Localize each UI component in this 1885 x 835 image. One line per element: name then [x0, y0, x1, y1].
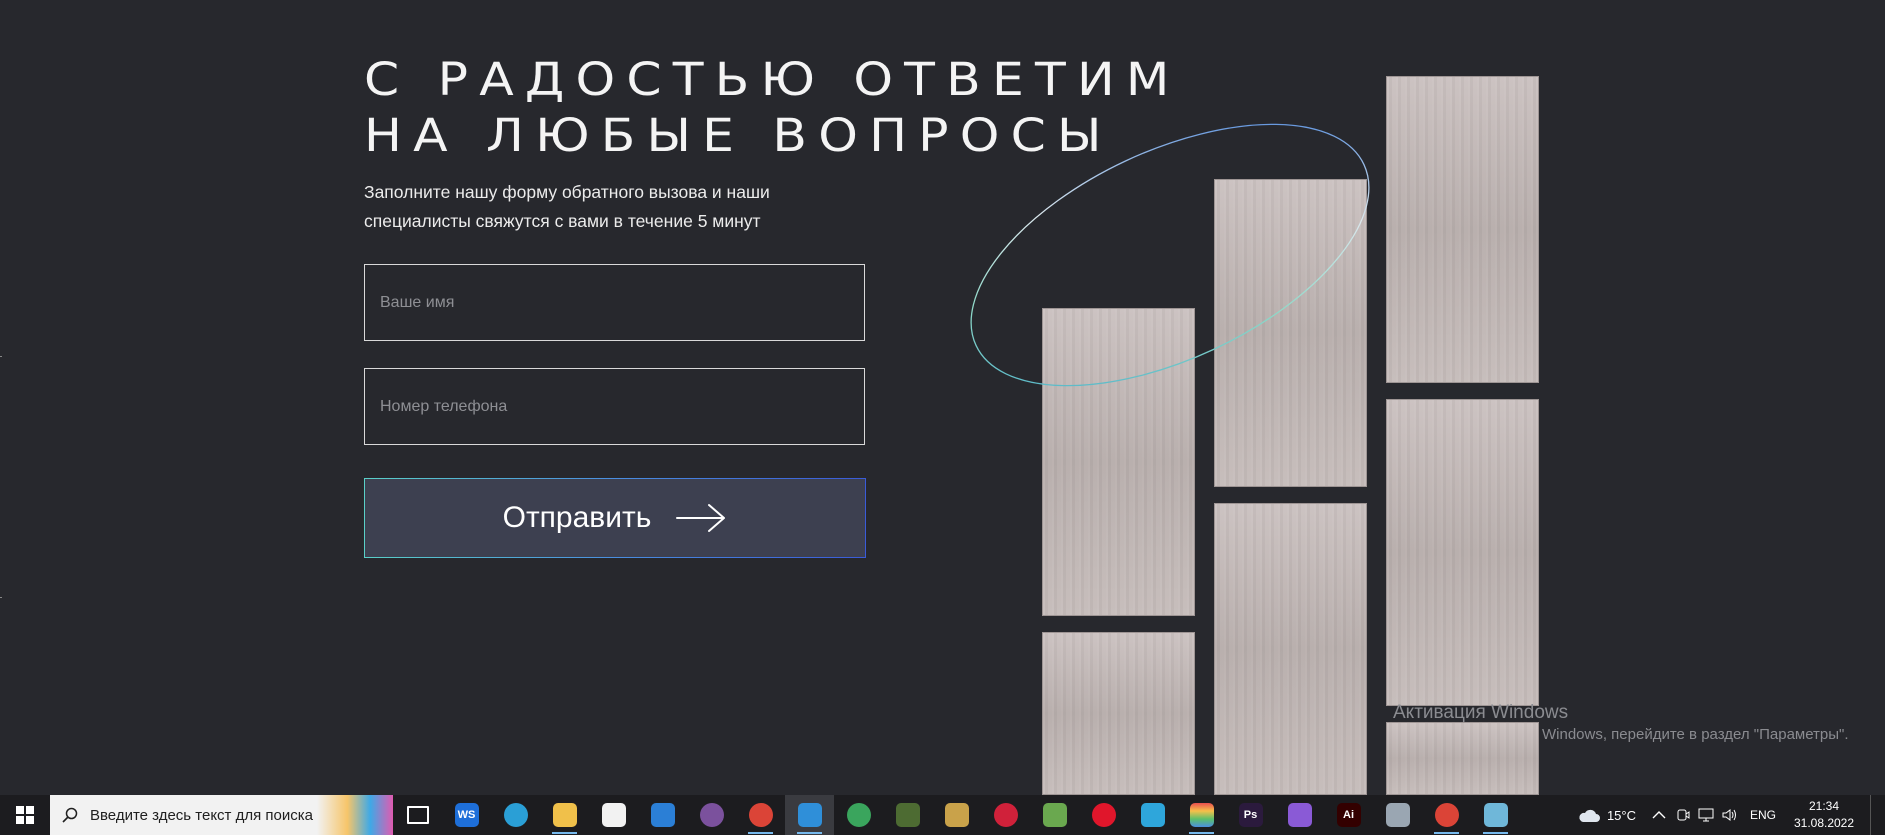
taskbar-app-button[interactable] — [1422, 795, 1471, 835]
taskbar-search[interactable]: Введите здесь текст для поиска — [50, 795, 393, 835]
clock[interactable]: 21:34 31.08.2022 — [1784, 798, 1864, 832]
taskbar-app-button[interactable] — [393, 795, 442, 835]
taskbar-app-button[interactable] — [687, 795, 736, 835]
taskbar-app-button[interactable] — [1177, 795, 1226, 835]
webstorm-icon: WS — [454, 803, 479, 827]
wood-panel — [1214, 503, 1367, 795]
form-description-line-2: специалисты свяжутся с вами в течение 5 … — [364, 211, 761, 231]
search-icon — [62, 807, 78, 823]
rainbow-app-icon — [1189, 803, 1214, 827]
weather-icon[interactable] — [1577, 807, 1601, 823]
start-button[interactable] — [0, 795, 50, 835]
search-highlight-image — [317, 795, 393, 835]
volume-icon[interactable] — [1722, 808, 1738, 822]
mail-icon — [650, 803, 675, 827]
search-placeholder: Введите здесь текст для поиска — [90, 806, 313, 824]
wood-panel — [1042, 632, 1195, 795]
taskbar-app-button[interactable]: WS — [442, 795, 491, 835]
illustrator-icon: Ai — [1336, 803, 1361, 827]
taskbar-app-button[interactable] — [1471, 795, 1520, 835]
language-indicator[interactable]: ENG — [1750, 808, 1776, 822]
wood-panel — [1214, 179, 1367, 487]
feather-app-icon — [1287, 803, 1312, 827]
network-icon[interactable] — [1698, 808, 1714, 822]
taskbar-app-button[interactable] — [1373, 795, 1422, 835]
clock-time: 21:34 — [1808, 799, 1840, 813]
activation-watermark-text: Windows, перейдите в раздел "Параметры". — [1542, 726, 1849, 743]
taskbar-app-button[interactable]: Ai — [1324, 795, 1373, 835]
taskbar-app-button[interactable] — [736, 795, 785, 835]
chrome-2-icon — [1434, 803, 1459, 827]
form-description-line-1: Заполните нашу форму обратного вызова и … — [364, 182, 770, 202]
show-desktop-button[interactable] — [1870, 795, 1885, 835]
taskbar-app-button[interactable] — [1079, 795, 1128, 835]
taskbar-app-button[interactable] — [1128, 795, 1177, 835]
telegram-icon — [1140, 803, 1165, 827]
notepad-icon — [1042, 803, 1067, 827]
taskbar: Введите здесь текст для поиска WS Ps Ai 15… — [0, 795, 1885, 835]
clock-date: 31.08.2022 — [1793, 816, 1855, 830]
wood-panel — [1386, 76, 1539, 383]
store-icon — [601, 803, 626, 827]
opera-gx-icon — [1091, 803, 1116, 827]
viber-icon — [699, 803, 724, 827]
taskbar-app-button[interactable] — [883, 795, 932, 835]
taskbar-app-button[interactable] — [638, 795, 687, 835]
chrome-icon — [748, 803, 773, 827]
disk-app-icon — [1483, 803, 1508, 827]
edge-mark — [0, 597, 2, 598]
taskbar-app-button[interactable] — [1030, 795, 1079, 835]
taskbar-app-button[interactable] — [1275, 795, 1324, 835]
windows-logo-icon — [16, 806, 34, 824]
paint-app-icon — [1385, 803, 1410, 827]
arrow-right-icon — [676, 504, 726, 532]
meet-icon[interactable] — [1676, 808, 1690, 822]
name-input[interactable] — [364, 264, 865, 341]
taskbar-app-button[interactable] — [785, 795, 834, 835]
file-explorer-icon — [552, 803, 577, 827]
taskbar-app-button[interactable] — [834, 795, 883, 835]
taskbar-app-button[interactable] — [981, 795, 1030, 835]
page-title-line-1: С РАДОСТЬЮ ОТВЕТИМ — [364, 53, 1181, 106]
lock-app-icon — [944, 803, 969, 827]
page-title: С РАДОСТЬЮ ОТВЕТИМ НА ЛЮБЫЕ ВОПРОСЫ — [364, 52, 1181, 164]
edge-icon — [503, 803, 528, 827]
phone-input[interactable] — [364, 368, 865, 445]
wood-panel — [1386, 722, 1539, 795]
taskbar-app-button[interactable] — [932, 795, 981, 835]
wood-panel — [1386, 399, 1539, 706]
opera-icon — [993, 803, 1018, 827]
activation-watermark-title: Активация Windows — [1393, 702, 1569, 723]
system-tray: 15°C ENG 21:34 31.08.2022 — [1577, 795, 1885, 835]
taskbar-app-button[interactable] — [589, 795, 638, 835]
wood-panel — [1042, 308, 1195, 616]
task-view-icon — [406, 806, 429, 824]
chevron-up-icon[interactable] — [1652, 810, 1666, 820]
photoshop-icon: Ps — [1238, 803, 1263, 827]
submit-button[interactable]: Отправить — [364, 478, 866, 558]
edge-mark — [0, 356, 2, 357]
weather-temperature[interactable]: 15°C — [1607, 808, 1636, 823]
taskbar-app-button[interactable] — [491, 795, 540, 835]
taskbar-app-button[interactable] — [540, 795, 589, 835]
app-green-icon — [846, 803, 871, 827]
page-title-line-2: НА ЛЮБЫЕ ВОПРОСЫ — [364, 109, 1113, 162]
taskbar-app-button[interactable]: Ps — [1226, 795, 1275, 835]
form-description: Заполните нашу форму обратного вызова и … — [364, 178, 844, 236]
minecraft-icon — [895, 803, 920, 827]
vscode-icon — [797, 803, 822, 827]
submit-button-label: Отправить — [502, 501, 652, 534]
taskbar-apps: WS Ps Ai — [393, 795, 1520, 835]
